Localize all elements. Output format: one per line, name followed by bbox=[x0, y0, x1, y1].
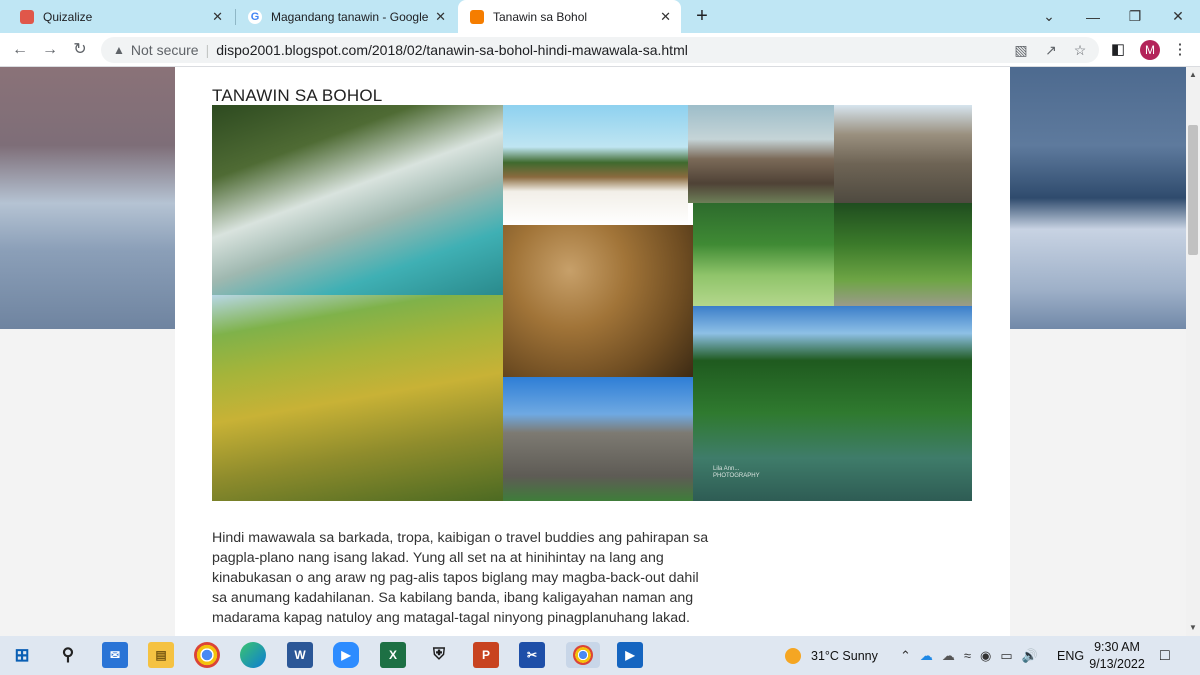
share-icon[interactable]: ↗ bbox=[1042, 41, 1060, 59]
clock-time: 9:30 AM bbox=[1094, 639, 1140, 654]
church-photo bbox=[834, 105, 972, 203]
snipping-tool-icon[interactable]: ✂ bbox=[519, 642, 545, 668]
page-scrollbar[interactable]: ▲ ▼ bbox=[1186, 67, 1200, 636]
google-icon: G bbox=[248, 9, 262, 24]
language-indicator[interactable]: ENG bbox=[1057, 636, 1084, 675]
translate-icon[interactable]: ▧ bbox=[1012, 41, 1030, 59]
forward-button[interactable]: → bbox=[38, 38, 62, 62]
tab-google-search[interactable]: G Magandang tanawin - Google Se ✕ bbox=[236, 0, 456, 33]
sun-icon bbox=[785, 647, 801, 664]
post-body: Hindi mawawala sa barkada, tropa, kaibig… bbox=[212, 528, 712, 628]
back-button[interactable]: ← bbox=[8, 38, 32, 62]
chocolate-hills-photo bbox=[212, 295, 503, 501]
system-tray: ⌃ ☁ ☁ ≈ ◉ ▭ 🔊 bbox=[900, 636, 1038, 675]
close-icon[interactable]: ✕ bbox=[435, 9, 446, 25]
tab-tanawin-sa-bohol[interactable]: Tanawin sa Bohol ✕ bbox=[458, 0, 681, 33]
tarsier-photo bbox=[503, 225, 693, 377]
background-image-left bbox=[0, 67, 175, 329]
bamboo-forest-photo bbox=[834, 203, 972, 306]
clock-date: 9/13/2022 bbox=[1089, 656, 1145, 671]
hanging-bridge-photo bbox=[693, 203, 834, 306]
chevron-up-icon[interactable]: ⌃ bbox=[900, 648, 911, 664]
bohol-collage-image[interactable]: Lila Ann... PHOTOGRAPHY bbox=[212, 105, 972, 501]
close-icon[interactable]: ✕ bbox=[212, 9, 223, 25]
cloud-icon[interactable]: ☁ bbox=[942, 648, 955, 664]
volume-icon[interactable]: 🔊 bbox=[1022, 648, 1038, 664]
blood-compact-statue-photo bbox=[688, 105, 834, 203]
notification-icon[interactable]: □ bbox=[1160, 636, 1170, 675]
video-app-icon[interactable]: ▶ bbox=[617, 642, 643, 668]
chrome-icon[interactable] bbox=[194, 642, 220, 668]
loboc-river-photo: Lila Ann... PHOTOGRAPHY bbox=[693, 306, 972, 501]
url-text[interactable]: dispo2001.blogspot.com/2018/02/tanawin-s… bbox=[216, 42, 688, 58]
clock[interactable]: 9:30 AM 9/13/2022 bbox=[1087, 636, 1147, 675]
zoom-icon[interactable]: ▶ bbox=[333, 642, 359, 668]
beach-photo bbox=[503, 105, 688, 225]
tab-title: Magandang tanawin - Google Se bbox=[271, 9, 430, 24]
post-paragraph: Hindi mawawala sa barkada, tropa, kaibig… bbox=[212, 530, 709, 626]
background-image-right bbox=[1010, 67, 1186, 329]
tab-search-icon[interactable]: ⌄ bbox=[1027, 0, 1071, 33]
page-viewport: TANAWIN SA BOHOL Lila Ann... PHOTOGRAPHY bbox=[0, 67, 1186, 636]
side-panel-icon[interactable]: ◧ bbox=[1108, 40, 1128, 60]
webcam-icon[interactable]: ◉ bbox=[980, 648, 991, 664]
scroll-up-arrow[interactable]: ▲ bbox=[1189, 70, 1197, 79]
powerpoint-icon[interactable]: P bbox=[473, 642, 499, 668]
onedrive-cloud-icon[interactable]: ☁ bbox=[920, 648, 933, 664]
restore-button[interactable]: ❐ bbox=[1113, 0, 1157, 33]
browser-toolbar: ← → ↻ ▲ Not secure | dispo2001.blogspot.… bbox=[0, 33, 1200, 67]
defender-shield-icon[interactable]: ⛨ bbox=[426, 642, 452, 668]
wifi-icon[interactable]: ≈ bbox=[964, 648, 971, 663]
mail-icon[interactable]: ✉ bbox=[102, 642, 128, 668]
windows-taskbar: ⊞ ⚲ ✉ ▤ W ▶ X ⛨ P ✂ ▶ 31°C Sunny ⌃ ☁ ☁ ≈… bbox=[0, 636, 1200, 675]
blog-post: TANAWIN SA BOHOL Lila Ann... PHOTOGRAPHY bbox=[175, 67, 1010, 636]
menu-icon[interactable]: ⋮ bbox=[1170, 40, 1190, 60]
profile-avatar[interactable]: M bbox=[1140, 40, 1160, 60]
new-tab-button[interactable]: + bbox=[691, 4, 713, 28]
minimize-button[interactable]: — bbox=[1071, 0, 1115, 33]
watchtower-photo bbox=[503, 377, 693, 501]
word-icon[interactable]: W bbox=[287, 642, 313, 668]
close-icon[interactable]: ✕ bbox=[660, 9, 671, 25]
chrome-profile-icon[interactable] bbox=[566, 642, 600, 668]
post-title: TANAWIN SA BOHOL bbox=[212, 86, 383, 105]
quizalize-icon bbox=[20, 9, 34, 24]
separator: | bbox=[205, 42, 210, 58]
warning-icon: ▲ bbox=[113, 43, 125, 57]
edge-icon[interactable] bbox=[240, 642, 266, 668]
weather-widget[interactable]: 31°C Sunny bbox=[785, 636, 878, 675]
windows-start-icon[interactable]: ⊞ bbox=[9, 642, 35, 668]
bookmark-star-icon[interactable]: ☆ bbox=[1071, 41, 1089, 59]
tab-title: Tanawin sa Bohol bbox=[493, 9, 588, 24]
tab-title: Quizalize bbox=[43, 9, 93, 24]
close-window-button[interactable]: ✕ bbox=[1156, 0, 1200, 33]
search-icon[interactable]: ⚲ bbox=[55, 642, 81, 668]
battery-icon[interactable]: ▭ bbox=[1000, 648, 1012, 664]
weather-text: 31°C Sunny bbox=[811, 648, 878, 663]
chrome-icon bbox=[573, 645, 593, 665]
file-explorer-icon[interactable]: ▤ bbox=[148, 642, 174, 668]
tab-quizalize[interactable]: Quizalize ✕ bbox=[8, 0, 233, 33]
reload-button[interactable]: ↻ bbox=[68, 38, 92, 62]
waterfall-photo bbox=[212, 105, 503, 295]
security-status[interactable]: Not secure bbox=[131, 42, 199, 58]
excel-icon[interactable]: X bbox=[380, 642, 406, 668]
tab-strip: Quizalize ✕ G Magandang tanawin - Google… bbox=[0, 0, 1200, 33]
address-bar[interactable]: ▲ Not secure | dispo2001.blogspot.com/20… bbox=[101, 37, 1099, 63]
scrollbar-thumb[interactable] bbox=[1188, 125, 1198, 255]
scroll-down-arrow[interactable]: ▼ bbox=[1189, 623, 1197, 632]
blogger-icon bbox=[470, 9, 484, 24]
photo-watermark: Lila Ann... PHOTOGRAPHY bbox=[713, 466, 760, 479]
